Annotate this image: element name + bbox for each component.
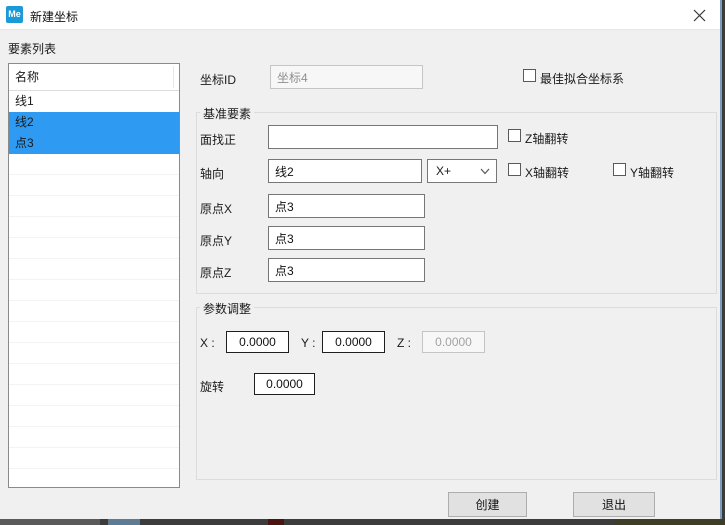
origin-x-label: 原点X [200,200,232,217]
param-x-label: X : [200,336,215,350]
close-button[interactable] [686,3,712,27]
chevron-down-icon [480,168,490,175]
param-z-label: Z : [397,336,411,350]
coordinate-id-field [270,65,423,89]
origin-x-field[interactable] [268,194,425,218]
origin-z-field[interactable] [268,258,425,282]
sliver-segment [268,519,284,525]
desktop-taskbar-sliver [0,519,725,525]
y-flip-label[interactable]: Y轴翻转 [630,164,674,181]
origin-z-label: 原点Z [200,264,231,281]
window-title: 新建坐标 [30,8,78,25]
param-y-label: Y : [301,336,315,350]
element-listbox[interactable]: 名称 线1 线2 点3 [8,63,180,488]
param-group-title: 参数调整 [200,300,254,317]
sliver-segment [615,519,725,525]
list-column-header[interactable]: 名称 [9,64,179,91]
new-coordinate-dialog: Me 新建坐标 要素列表 名称 线1 线2 点3 坐标ID 最佳拟合坐标系 基准… [0,0,722,519]
create-button[interactable]: 创建 [448,492,527,517]
plane-align-field[interactable] [268,125,498,149]
sliver-segment [0,519,100,525]
app-logo-icon: Me [6,6,23,23]
list-item-selected[interactable]: 点3 [9,133,179,154]
list-item[interactable]: 线1 [9,91,179,112]
plane-align-label: 面找正 [200,131,236,148]
axis-direction-dropdown[interactable]: X+ [427,159,497,183]
datum-group-title: 基准要素 [200,105,254,122]
title-bar: Me 新建坐标 [0,0,720,30]
best-fit-checkbox[interactable] [523,69,536,82]
list-empty-area [9,154,179,487]
y-flip-checkbox[interactable] [613,163,626,176]
axis-field[interactable] [268,159,422,183]
close-icon [693,9,706,22]
axis-direction-value: X+ [436,164,451,178]
rotation-field[interactable] [254,373,315,395]
exit-button[interactable]: 退出 [573,492,655,517]
rotation-label: 旋转 [200,378,224,395]
sliver-segment [108,519,140,525]
z-flip-checkbox[interactable] [508,129,521,142]
origin-y-field[interactable] [268,226,425,250]
z-flip-label[interactable]: Z轴翻转 [525,130,568,147]
param-y-field[interactable] [322,331,385,353]
x-flip-checkbox[interactable] [508,163,521,176]
param-z-field [422,331,485,353]
param-x-field[interactable] [226,331,289,353]
axis-label: 轴向 [200,165,224,182]
best-fit-label[interactable]: 最佳拟合坐标系 [540,70,624,87]
element-list-label: 要素列表 [8,40,56,57]
list-item-selected[interactable]: 线2 [9,112,179,133]
origin-y-label: 原点Y [200,232,232,249]
x-flip-label[interactable]: X轴翻转 [525,164,569,181]
coordinate-id-label: 坐标ID [200,71,236,88]
